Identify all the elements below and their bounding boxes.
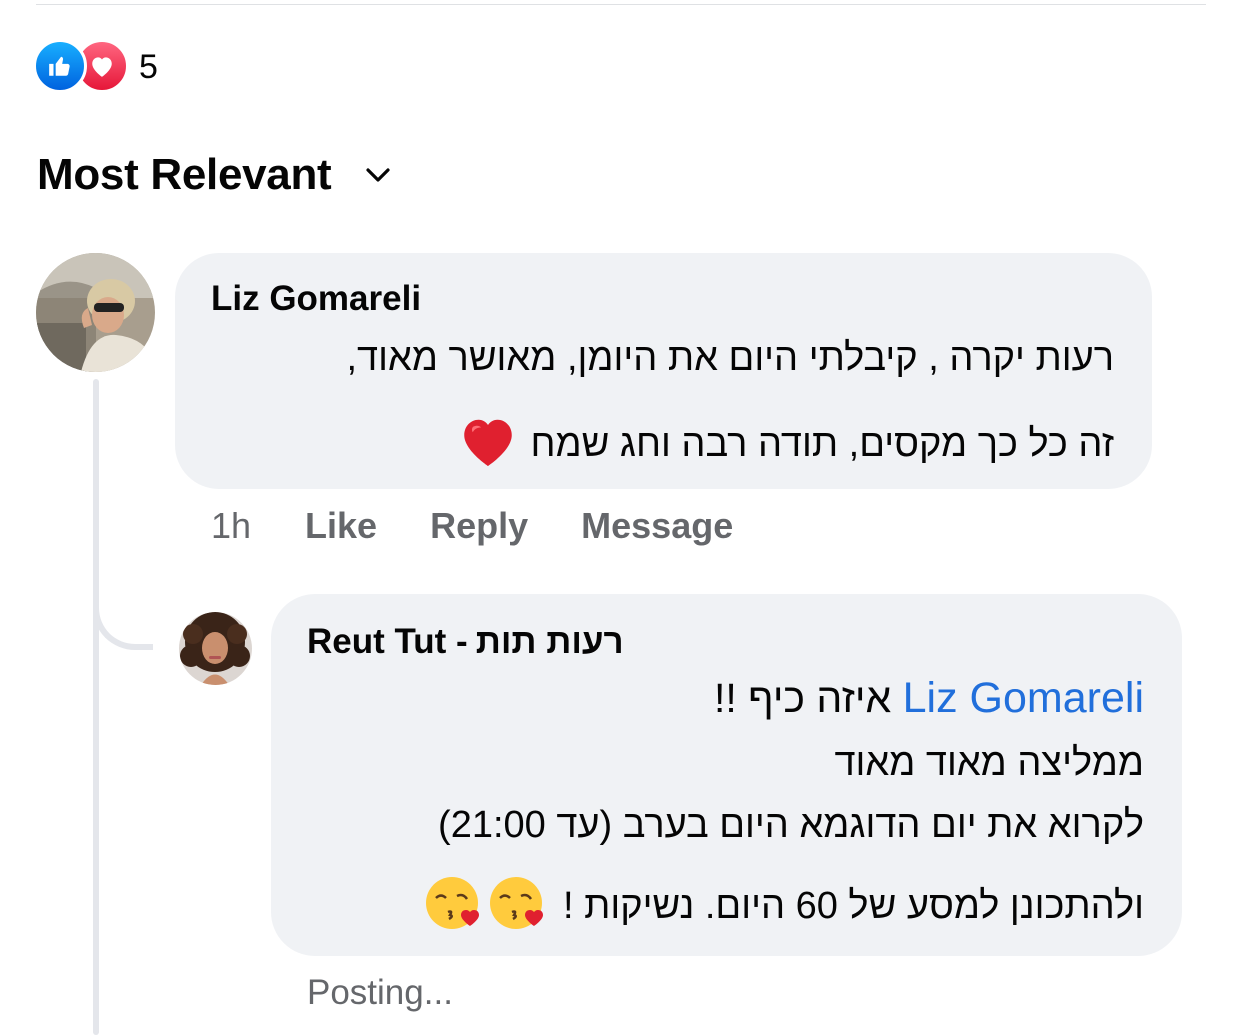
like-button[interactable]: Like [305, 505, 377, 547]
sort-dropdown[interactable]: Most Relevant [37, 150, 391, 200]
message-button[interactable]: Message [581, 505, 733, 547]
reply-text: ולהתכונן למסע של 60 היום. נשיקות ! [563, 885, 1144, 928]
top-divider [36, 4, 1206, 5]
reply-author-name: Reut Tut - [307, 622, 468, 661]
reply-author-name-hebrew: רעות תות [475, 622, 624, 661]
reaction-summary[interactable]: 5 [33, 38, 158, 93]
kissing-face-icon [426, 877, 544, 929]
reaction-count: 5 [139, 47, 158, 86]
mention-link[interactable]: Liz Gomareli [903, 674, 1144, 722]
reply-text-line-2: ממליצה מאוד מאוד [834, 742, 1144, 784]
reply-bubble: Reut Tut - רעות תות Liz Gomareli איזה כיף… [271, 594, 1182, 956]
comment-bubble: Liz Gomareli רעות יקרה , קיבלתי היום את … [175, 253, 1152, 489]
reply-text: איזה כיף !! [713, 675, 892, 721]
reply-button[interactable]: Reply [430, 505, 528, 547]
comment-text: זה כל כך מקסים, תודה רבה וחג שמח [530, 423, 1114, 466]
reply-author[interactable]: Reut Tut - רעות תות [307, 622, 624, 662]
red-heart-icon [464, 419, 512, 466]
heart-emoji [458, 413, 518, 479]
reply-connector [93, 580, 153, 650]
comment-actions: 1h Like Reply Message [211, 505, 786, 547]
comment-text-line-2: זה כל כך מקסים, תודה רבה וחג שמח [458, 413, 1114, 479]
sort-label: Most Relevant [37, 150, 332, 199]
like-icon [33, 38, 87, 93]
reply-text-line-1: Liz Gomareli איזה כיף !! [714, 674, 1144, 723]
comment-author[interactable]: Liz Gomareli [211, 279, 421, 319]
avatar-reut-tut[interactable] [179, 612, 252, 685]
reply-text-line-3: לקרוא את יום הדוגמא היום בערב (עד 21:00) [438, 804, 1144, 846]
chevron-down-icon [365, 167, 391, 188]
avatar-liz-gomareli[interactable] [36, 253, 155, 372]
kiss-emoji [424, 874, 546, 942]
posting-status: Posting... [307, 973, 453, 1012]
comment-text-line-1: רעות יקרה , קיבלתי היום את היומן, מאושר … [346, 337, 1115, 379]
thread-line [93, 379, 99, 1035]
comment-timestamp[interactable]: 1h [211, 505, 251, 547]
reply-text-line-4: ולהתכונן למסע של 60 היום. נשיקות ! [424, 874, 1144, 942]
